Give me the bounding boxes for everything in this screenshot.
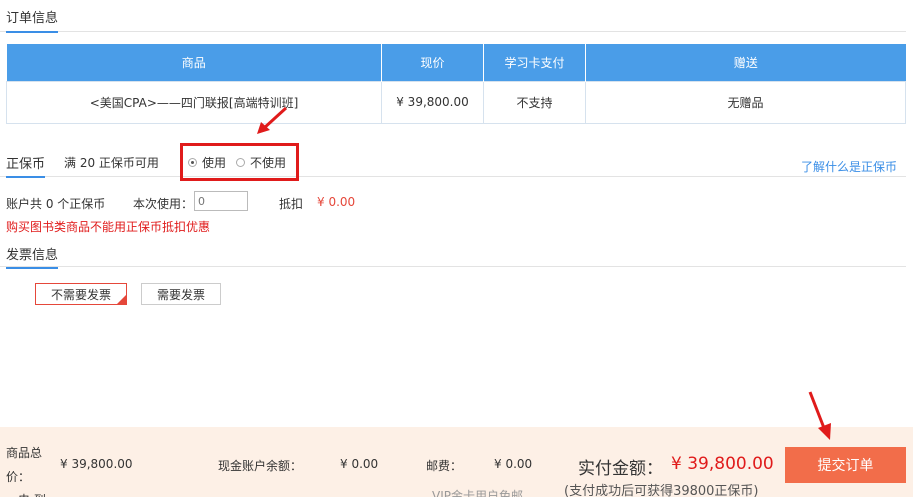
coin-available-text: 满 20 正保币可用 [64, 156, 159, 170]
coin-account-text: 账户共 0 个正保币 [6, 197, 106, 211]
coin-no-use-radio[interactable]: 不使用 [236, 154, 286, 171]
order-footer: 商品总价： ¥ 39,800.00 电 到 现金账户余额： ¥ 0.00 邮费：… [0, 427, 913, 497]
cash-balance-value: ¥ 0.00 [340, 457, 379, 471]
postage-label: 邮费： [426, 459, 463, 473]
radio-checked-icon [188, 158, 197, 167]
coin-use-input[interactable] [194, 191, 248, 211]
gift-status: 无赠品 [585, 80, 906, 124]
order-section-title: 订单信息 [6, 7, 59, 33]
header-card-pay: 学习卡支付 [483, 44, 586, 81]
order-table: 商品 现价 学习卡支付 赠送 <美国CPA>——四门联报[高端特训班] ¥ 39… [6, 44, 906, 124]
need-invoice-button[interactable]: 需要发票 [141, 283, 221, 305]
radio-unchecked-icon [236, 158, 245, 167]
postage-value: ¥ 0.00 [494, 457, 533, 471]
coin-no-use-label: 不使用 [250, 156, 287, 170]
learn-coin-link[interactable]: 了解什么是正保币 [801, 158, 897, 175]
product-price: ¥ 39,800.00 [381, 80, 484, 124]
product-name: <美国CPA>——四门联报[高端特训班] [6, 80, 382, 124]
goods-total-value: ¥ 39,800.00 [60, 457, 133, 471]
submit-order-button[interactable]: 提交订单 [785, 447, 906, 483]
card-pay-status: 不支持 [483, 80, 586, 124]
invoice-section-title: 发票信息 [6, 244, 59, 269]
book-coin-warning: 购买图书类商品不能用正保币抵扣优惠 [6, 220, 211, 234]
footer-cut-text: 电 到 [18, 491, 46, 497]
header-product: 商品 [6, 44, 382, 81]
goods-total-label: 商品总价： [6, 446, 43, 484]
order-section-header [0, 0, 906, 32]
order-table-header: 商品 现价 学习卡支付 赠送 [6, 44, 906, 81]
cash-balance-label: 现金账户余额： [218, 459, 303, 473]
coin-section-title: 正保币 [6, 153, 46, 178]
header-gift: 赠送 [585, 44, 906, 81]
pay-amount-value: ¥ 39,800.00 [671, 454, 774, 474]
vip-free-postage-note: VIP金卡用户免邮 [432, 489, 523, 497]
coin-use-radio[interactable]: 使用 [188, 154, 226, 171]
invoice-section-header [0, 241, 906, 267]
no-invoice-button[interactable]: 不需要发票 [35, 283, 127, 305]
coin-deduct-label: 抵扣 [279, 197, 304, 211]
table-row: <美国CPA>——四门联报[高端特训班] ¥ 39,800.00 不支持 无赠品 [6, 80, 906, 124]
pay-reward-note: (支付成功后可获得39800正保币) [564, 484, 759, 497]
pay-amount-label: 实付金额： [578, 459, 663, 479]
coin-this-use-label: 本次使用： [133, 197, 194, 211]
header-price: 现价 [381, 44, 484, 81]
coin-use-label: 使用 [202, 156, 227, 170]
coin-deduct-value: ¥ 0.00 [317, 195, 356, 209]
